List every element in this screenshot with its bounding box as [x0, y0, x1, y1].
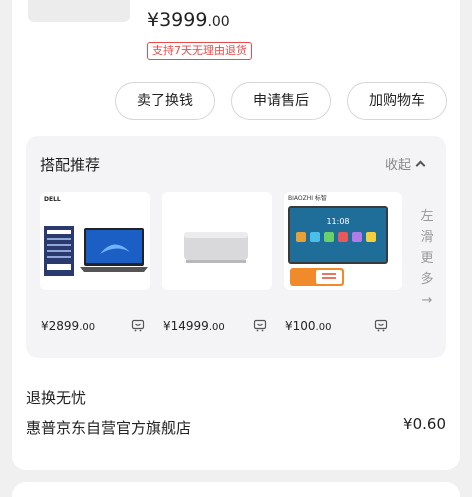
arrow-right-icon: →	[421, 293, 433, 308]
brand-logo: BIAOZHI 标智	[288, 194, 327, 202]
product-thumbnail[interactable]	[28, 0, 130, 22]
product-card: ¥3999.00 支持7天无理由退货 卖了换钱 申请售后 加购物车 搭配推荐 收…	[12, 0, 460, 470]
recommended-product-smart-board[interactable]: BIAOZHI 标智 11:08	[284, 192, 402, 290]
product-price-smart-board: ¥100.00	[285, 319, 332, 333]
workstation-product-image	[184, 232, 248, 263]
recommendation-panel: 搭配推荐 收起 DELL BIAOZHI 标智 11:08 ¥2899.00 ¥…	[26, 136, 446, 358]
return-policy-badge: 支持7天无理由退货	[147, 42, 252, 60]
smart-board-product-image: BIAOZHI 标智 11:08	[288, 194, 388, 286]
cart-icon[interactable]	[131, 318, 145, 332]
collapse-button[interactable]: 收起	[384, 154, 426, 173]
chevron-up-icon	[415, 160, 426, 171]
product-price-workstation: ¥14999.00	[163, 319, 225, 333]
add-to-cart-button[interactable]: 加购物车	[347, 82, 447, 120]
collapse-label: 收起	[384, 158, 411, 173]
shipping-fee: ¥0.60	[403, 415, 446, 433]
swipe-more-hint[interactable]: 左 滑 更 多 →	[420, 206, 434, 311]
brand-logo: DELL	[44, 196, 61, 203]
screen-time: 11:08	[326, 217, 349, 226]
recommended-product-laptop[interactable]: DELL	[40, 192, 150, 290]
cart-icon[interactable]	[253, 318, 267, 332]
laptop-product-image: DELL	[44, 196, 148, 276]
worry-free-label: 退换无忧	[26, 389, 87, 407]
recommendation-title: 搭配推荐	[40, 156, 101, 174]
price-decimal: .00	[207, 14, 230, 30]
after-sale-button[interactable]: 申请售后	[231, 82, 331, 120]
price-integer: ¥3999	[147, 9, 208, 31]
store-name[interactable]: 惠普京东自营官方旗舰店	[26, 417, 191, 438]
cart-icon[interactable]	[374, 318, 388, 332]
next-card	[12, 482, 460, 497]
product-price: ¥3999.00	[147, 9, 230, 31]
sell-button[interactable]: 卖了换钱	[115, 82, 215, 120]
product-price-laptop: ¥2899.00	[41, 319, 96, 333]
recommended-product-workstation[interactable]	[162, 192, 272, 290]
